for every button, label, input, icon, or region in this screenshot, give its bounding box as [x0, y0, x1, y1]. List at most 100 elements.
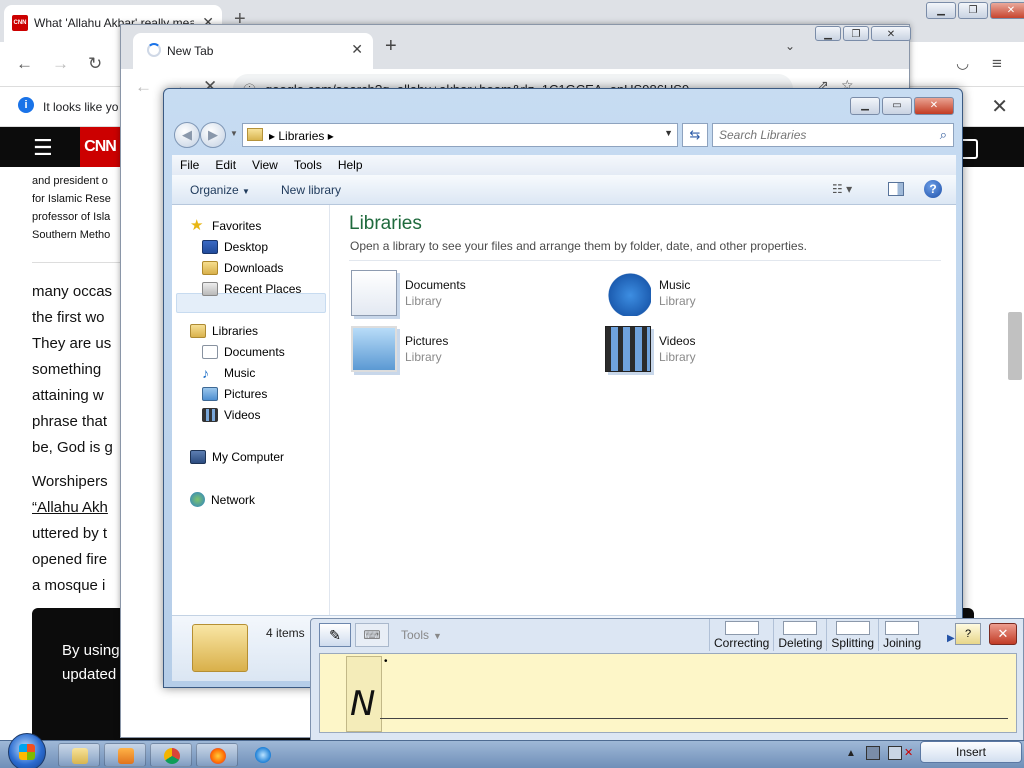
menu-view[interactable]: View: [244, 155, 286, 175]
minimize-button[interactable]: ▁: [926, 2, 956, 19]
insert-button[interactable]: Insert: [920, 741, 1022, 763]
nav-recent-places[interactable]: Recent Places: [202, 282, 301, 296]
joining-icon: [885, 621, 920, 635]
tab-new-tab[interactable]: New Tab ✕: [133, 33, 373, 69]
taskbar-explorer[interactable]: [58, 743, 100, 767]
recent-pages-chevron-icon[interactable]: ▼: [230, 129, 238, 138]
hamburger-menu-icon[interactable]: ☰: [33, 135, 53, 161]
correcting-button[interactable]: Correcting: [709, 619, 773, 651]
organize-button[interactable]: Organize ▼: [190, 183, 250, 197]
taskbar-internet-explorer[interactable]: [242, 743, 284, 767]
help-icon[interactable]: ?: [955, 623, 981, 645]
reload-icon[interactable]: ↻: [88, 54, 102, 74]
close-panel-button[interactable]: ✕: [989, 623, 1017, 645]
joining-button[interactable]: Joining: [878, 619, 925, 651]
nav-documents[interactable]: Documents: [202, 345, 285, 359]
search-icon[interactable]: ⌕: [940, 127, 947, 143]
taskbar-media-player[interactable]: [104, 743, 146, 767]
address-dropdown-icon[interactable]: ▼: [664, 128, 673, 138]
action-center-icon[interactable]: [888, 746, 902, 760]
menu-icon[interactable]: ≡: [992, 54, 1002, 74]
page-title: Libraries: [349, 213, 422, 234]
deleting-button[interactable]: Deleting: [773, 619, 826, 651]
restore-button[interactable]: ❐: [958, 2, 988, 19]
article-line: attaining w: [32, 387, 104, 404]
taskbar-chrome[interactable]: [150, 743, 192, 767]
nav-favorites[interactable]: ★ Favorites: [190, 217, 261, 234]
nav-downloads[interactable]: Downloads: [202, 261, 283, 275]
taskbar-firefox[interactable]: [196, 743, 238, 767]
preview-pane-icon[interactable]: [888, 182, 904, 196]
tab-title: New Tab: [167, 44, 214, 58]
search-input[interactable]: [719, 127, 929, 143]
change-view-icon[interactable]: ☷ ▾: [832, 182, 852, 196]
menu-file[interactable]: File: [172, 155, 207, 175]
maximize-button[interactable]: ▭: [882, 97, 912, 115]
network-tray-icon[interactable]: [866, 746, 880, 760]
downloads-folder-icon: [202, 261, 218, 275]
minimize-button[interactable]: ▁: [850, 97, 880, 115]
nav-libraries[interactable]: Libraries: [190, 324, 258, 338]
splitting-button[interactable]: Splitting: [826, 619, 878, 651]
refresh-icon[interactable]: ⇆: [682, 123, 708, 147]
new-tab-button[interactable]: +: [385, 35, 397, 58]
article-link[interactable]: “Allahu Akh: [32, 495, 132, 521]
start-button[interactable]: [8, 733, 46, 768]
back-icon[interactable]: ←: [135, 77, 152, 97]
info-icon: i: [18, 97, 34, 113]
pictures-library-icon: [351, 326, 397, 372]
item-count: 4 items: [266, 626, 305, 640]
handwriting-area[interactable]: N •: [319, 653, 1017, 733]
library-documents[interactable]: Documents Library: [351, 270, 591, 320]
tools-menu[interactable]: Tools ▼: [401, 628, 442, 642]
menu-tools[interactable]: Tools: [286, 155, 330, 175]
more-actions-icon[interactable]: ▶: [947, 633, 955, 644]
pocket-icon[interactable]: ◡: [956, 54, 969, 72]
nav-network[interactable]: Network: [190, 492, 255, 507]
close-tab-icon[interactable]: ✕: [351, 41, 363, 58]
nav-my-computer[interactable]: My Computer: [190, 450, 284, 464]
libraries-folder-icon: [247, 128, 263, 141]
show-hidden-icons[interactable]: ▲: [846, 748, 856, 759]
tab-search-icon[interactable]: ⌄: [785, 39, 795, 53]
nav-desktop[interactable]: Desktop: [202, 240, 268, 254]
cnn-logo[interactable]: CNN: [80, 127, 120, 167]
loading-spinner-icon: [147, 43, 161, 57]
back-icon[interactable]: ◀: [174, 122, 200, 148]
chrome-icon: [164, 748, 180, 764]
back-icon[interactable]: ←: [16, 54, 33, 74]
close-window-button[interactable]: ✕: [914, 97, 954, 115]
forward-icon[interactable]: →: [52, 54, 69, 74]
library-music[interactable]: Music Library: [605, 270, 845, 320]
videos-icon: [202, 408, 218, 422]
page-scrollbar[interactable]: [1008, 312, 1022, 380]
close-info-bar-icon[interactable]: ✕: [991, 94, 1008, 119]
keyboard-icon[interactable]: ⌨: [355, 623, 389, 647]
writing-pad-icon[interactable]: ✎: [319, 623, 351, 647]
volume-muted-icon[interactable]: ✕: [904, 746, 918, 760]
nav-videos[interactable]: Videos: [202, 408, 260, 422]
library-videos[interactable]: Videos Library: [605, 326, 845, 376]
navigation-pane: ★ Favorites Desktop Downloads Recent Plac…: [172, 205, 330, 615]
page-description: Open a library to see your files and arr…: [350, 239, 807, 253]
libraries-icon: [190, 324, 206, 338]
address-bar[interactable]: ▸ Libraries ▸ ▼: [242, 123, 678, 147]
new-library-button[interactable]: New library: [281, 183, 341, 197]
window-controls: ▁ ❐ ✕: [815, 26, 911, 41]
minimize-button[interactable]: ▁: [815, 26, 841, 41]
close-window-button[interactable]: ✕: [871, 26, 911, 41]
star-icon: ★: [190, 217, 204, 234]
close-window-button[interactable]: ✕: [990, 2, 1024, 19]
window-controls: ▁ ❐ ✕: [926, 2, 1024, 19]
nav-music[interactable]: ♪ Music: [202, 366, 255, 380]
restore-button[interactable]: ❐: [843, 26, 869, 41]
nav-pictures[interactable]: Pictures: [202, 387, 267, 401]
correction-actions: Correcting Deleting Splitting Joining: [709, 619, 925, 651]
menu-help[interactable]: Help: [330, 155, 371, 175]
menu-edit[interactable]: Edit: [207, 155, 244, 175]
documents-icon: [202, 345, 218, 359]
library-pictures[interactable]: Pictures Library: [351, 326, 591, 376]
help-icon[interactable]: ?: [924, 180, 942, 198]
forward-icon[interactable]: ▶: [200, 122, 226, 148]
search-box[interactable]: ⌕: [712, 123, 954, 147]
